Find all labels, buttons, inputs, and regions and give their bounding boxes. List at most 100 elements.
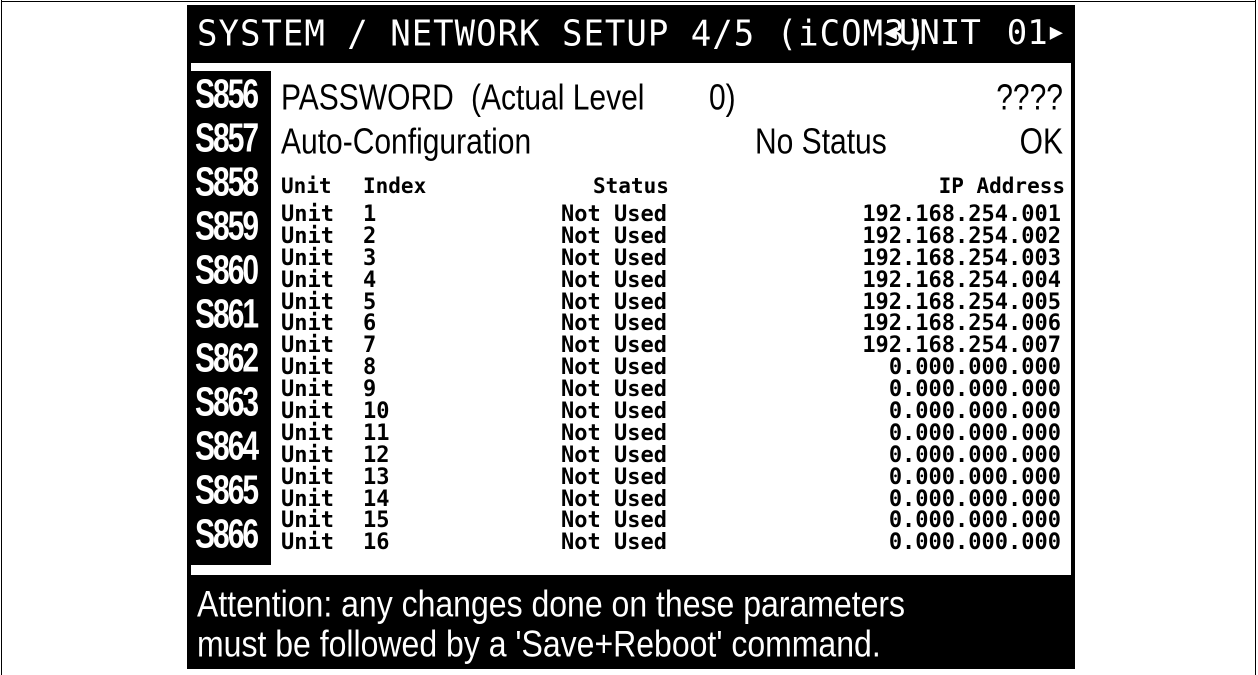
ip-cell[interactable]: 0.000.000.000 xyxy=(889,422,1061,444)
auto-config-row[interactable]: Auto-Configuration No Status OK xyxy=(281,121,1063,167)
param-code: S857 xyxy=(195,119,259,160)
status-cell[interactable]: Not Used xyxy=(561,335,667,357)
unit-cell: Unit xyxy=(281,311,334,337)
ip-cell[interactable]: 192.168.254.001 xyxy=(862,204,1061,226)
ip-cell[interactable]: 192.168.254.004 xyxy=(862,269,1061,291)
status-cell[interactable]: Not Used xyxy=(561,269,667,291)
password-level-text: (Actual Level xyxy=(471,78,645,118)
ip-cell[interactable]: 0.000.000.000 xyxy=(889,401,1061,423)
title-bar: SYSTEM / NETWORK SETUP 4/5 (iCOM3) ◀ UNI… xyxy=(191,9,1071,63)
unit-table: Unit 1 Not Used 192.168.254.001 Unit 2 Not Us… xyxy=(281,202,1067,556)
ip-cell[interactable]: 0.000.000.000 xyxy=(889,379,1061,401)
unit-cell: Unit xyxy=(281,486,334,512)
ip-cell[interactable]: 192.168.254.005 xyxy=(862,291,1061,313)
index-cell: 8 xyxy=(363,355,377,381)
index-cell: 16 xyxy=(363,530,390,556)
index-cell: 10 xyxy=(363,399,390,425)
index-cell: 11 xyxy=(363,420,390,446)
status-cell[interactable]: Not Used xyxy=(561,291,667,313)
triangle-left-icon[interactable]: ◀ xyxy=(884,13,897,53)
col-header-status: Status xyxy=(593,174,669,198)
password-level-value: 0) xyxy=(709,78,736,118)
ip-cell[interactable]: 192.168.254.002 xyxy=(862,225,1061,247)
ip-cell[interactable]: 0.000.000.000 xyxy=(889,510,1061,532)
ip-cell[interactable]: 0.000.000.000 xyxy=(889,466,1061,488)
unit-cell: Unit xyxy=(281,333,334,359)
status-cell[interactable]: Not Used xyxy=(561,488,667,510)
index-cell: 5 xyxy=(363,289,377,315)
attention-footer: Attention: any changes done on these par… xyxy=(191,575,1071,665)
lcd-display: SYSTEM / NETWORK SETUP 4/5 (iCOM3) ◀ UNI… xyxy=(187,5,1075,669)
frame-border-right xyxy=(1255,0,1256,675)
index-cell: 9 xyxy=(363,377,377,403)
unit-number: 01 xyxy=(1006,13,1048,53)
table-row[interactable]: Unit 16 Not Used 0.000.000.000 xyxy=(281,530,1067,556)
unit-cell: Unit xyxy=(281,377,334,403)
unit-cell: Unit xyxy=(281,464,334,490)
col-header-index: Index xyxy=(363,174,427,198)
unit-cell: Unit xyxy=(281,245,334,271)
status-cell[interactable]: Not Used xyxy=(561,247,667,269)
page-title: SYSTEM / NETWORK SETUP 4/5 (iCOM3) xyxy=(197,13,927,55)
frame-border-left xyxy=(1,0,2,675)
param-code: S861 xyxy=(195,295,259,336)
unit-selector[interactable]: ◀ UNIT 01 ▶ xyxy=(884,13,1063,53)
footer-line-1: Attention: any changes done on these par… xyxy=(197,583,906,625)
ip-cell[interactable]: 192.168.254.007 xyxy=(862,335,1061,357)
status-cell[interactable]: Not Used xyxy=(561,379,667,401)
index-cell: 3 xyxy=(363,245,377,271)
status-cell[interactable]: Not Used xyxy=(561,510,667,532)
ip-cell[interactable]: 0.000.000.000 xyxy=(889,444,1061,466)
frame-border-top xyxy=(1,1,1256,2)
unit-cell: Unit xyxy=(281,223,334,249)
triangle-right-icon[interactable]: ▶ xyxy=(1050,13,1063,53)
ip-cell[interactable]: 0.000.000.000 xyxy=(889,532,1061,554)
status-cell[interactable]: Not Used xyxy=(561,204,667,226)
col-header-unit: Unit xyxy=(281,174,332,198)
status-cell[interactable]: Not Used xyxy=(561,357,667,379)
password-row[interactable]: PASSWORD (Actual Level 0) ???? xyxy=(281,77,1063,123)
index-cell: 2 xyxy=(363,223,377,249)
param-code: S859 xyxy=(195,207,259,248)
status-cell[interactable]: Not Used xyxy=(561,532,667,554)
unit-cell: Unit xyxy=(281,399,334,425)
status-cell[interactable]: Not Used xyxy=(561,422,667,444)
status-cell[interactable]: Not Used xyxy=(561,313,667,335)
unit-label: UNIT xyxy=(898,13,981,53)
unit-cell: Unit xyxy=(281,289,334,315)
lcd-screen: SYSTEM / NETWORK SETUP 4/5 (iCOM3) ◀ UNI… xyxy=(191,9,1071,665)
col-header-ip: IP Address xyxy=(938,174,1065,198)
unit-cell: Unit xyxy=(281,355,334,381)
ip-cell[interactable]: 192.168.254.003 xyxy=(862,247,1061,269)
auto-config-label: Auto-Configuration xyxy=(281,122,532,162)
index-cell: 15 xyxy=(363,508,390,534)
index-cell: 7 xyxy=(363,333,377,359)
param-code: S865 xyxy=(195,471,259,512)
param-code: S864 xyxy=(195,427,259,468)
status-cell[interactable]: Not Used xyxy=(561,466,667,488)
auto-config-ok-button[interactable]: OK xyxy=(1020,121,1063,164)
param-code: S863 xyxy=(195,383,259,424)
index-cell: 14 xyxy=(363,486,390,512)
ip-cell[interactable]: 0.000.000.000 xyxy=(889,357,1061,379)
ip-cell[interactable]: 0.000.000.000 xyxy=(889,488,1061,510)
unit-cell: Unit xyxy=(281,267,334,293)
footer-line-2: must be followed by a 'Save+Reboot' comm… xyxy=(197,623,881,665)
unit-cell: Unit xyxy=(281,420,334,446)
password-value[interactable]: ???? xyxy=(996,77,1063,120)
status-cell[interactable]: Not Used xyxy=(561,225,667,247)
password-label: PASSWORD xyxy=(281,78,454,118)
unit-cell: Unit xyxy=(281,442,334,468)
param-code: S866 xyxy=(195,515,259,556)
index-cell: 4 xyxy=(363,267,377,293)
unit-cell: Unit xyxy=(281,530,334,556)
ip-cell[interactable]: 192.168.254.006 xyxy=(862,313,1061,335)
param-code: S858 xyxy=(195,163,259,204)
auto-config-status: No Status xyxy=(755,122,887,162)
index-cell: 1 xyxy=(363,202,377,227)
status-cell[interactable]: Not Used xyxy=(561,401,667,423)
unit-cell: Unit xyxy=(281,202,334,227)
param-code: S860 xyxy=(195,251,259,292)
unit-cell: Unit xyxy=(281,508,334,534)
status-cell[interactable]: Not Used xyxy=(561,444,667,466)
